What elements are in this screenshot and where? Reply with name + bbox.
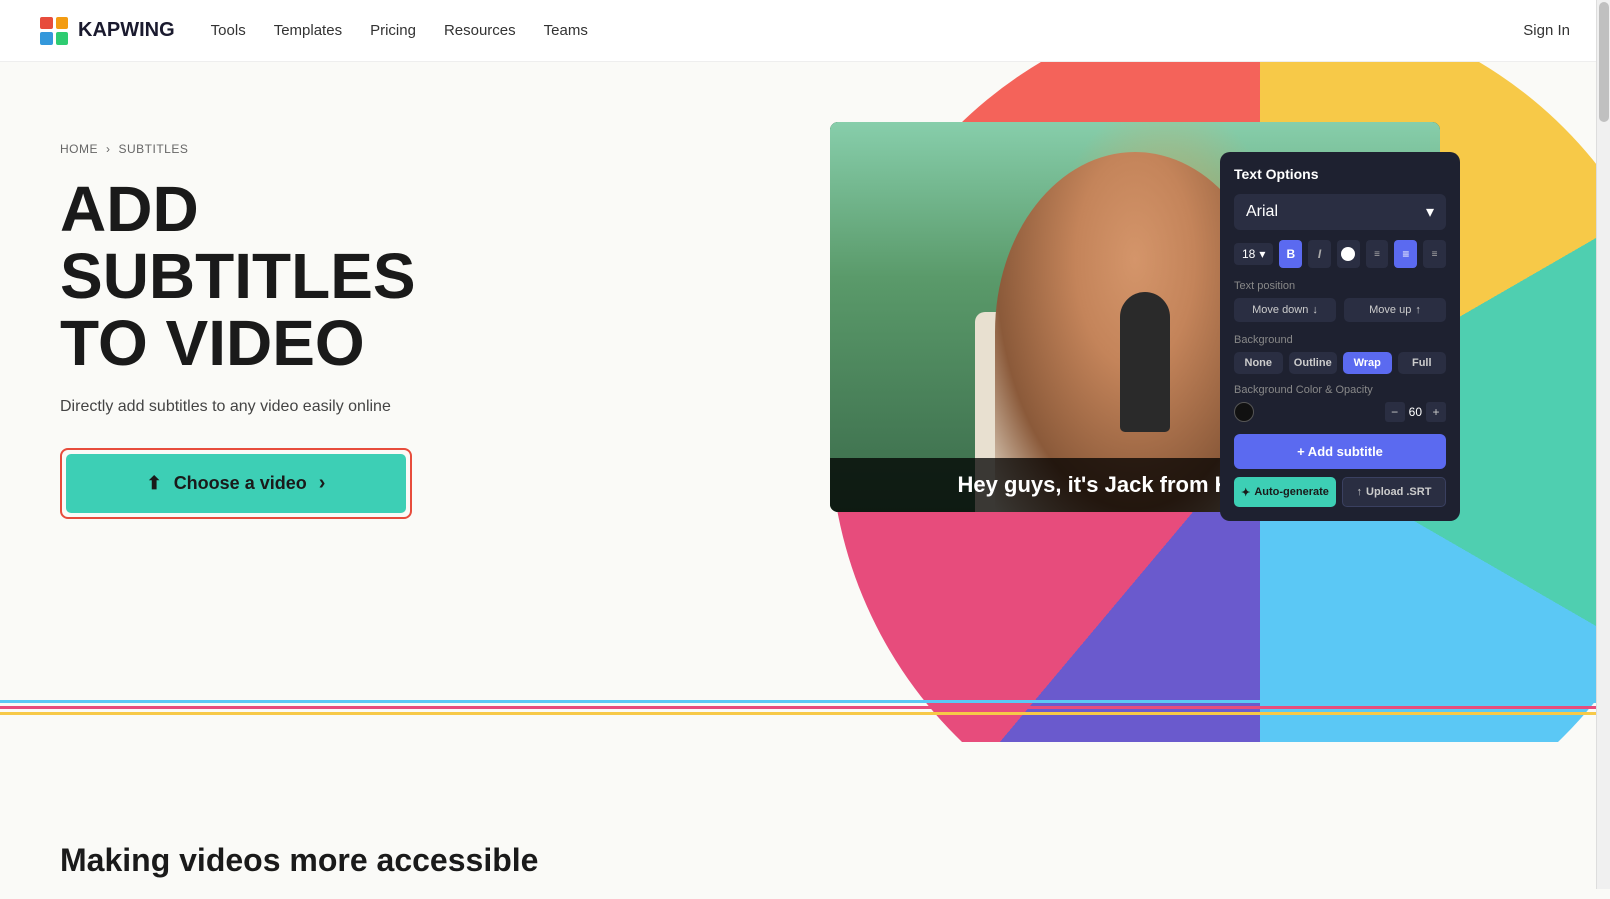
position-row: Move down ↓ Move up ↑	[1234, 298, 1446, 322]
logo-icon	[40, 17, 68, 45]
color-row: − 60 +	[1234, 402, 1446, 422]
bg-none-button[interactable]: None	[1234, 352, 1283, 374]
opacity-decrease-button[interactable]: −	[1385, 402, 1405, 422]
breadcrumb-current: SUBTITLES	[119, 142, 189, 156]
cta-label: Choose a video	[174, 473, 307, 494]
text-color-dot	[1341, 247, 1355, 261]
text-options-panel: Text Options Arial ▾ 18 ▾ B I ≡ ≡ ≡ Text	[1220, 152, 1460, 521]
opacity-control: − 60 +	[1385, 402, 1446, 422]
opacity-value: 60	[1409, 405, 1422, 419]
auto-icon: ✦	[1241, 486, 1250, 499]
move-up-label: Move up	[1369, 304, 1411, 316]
auto-generate-label: Auto-generate	[1254, 486, 1329, 498]
italic-button[interactable]: I	[1308, 240, 1331, 268]
background-label: Background	[1234, 334, 1446, 346]
upload-srt-icon: ↑	[1357, 486, 1363, 498]
font-selector[interactable]: Arial ▾	[1234, 194, 1446, 230]
font-size-chevron: ▾	[1259, 247, 1265, 261]
action-row: ✦ Auto-generate ↑ Upload .SRT	[1234, 477, 1446, 507]
scrollbar-thumb[interactable]	[1599, 2, 1609, 122]
bg-wrap-button[interactable]: Wrap	[1343, 352, 1392, 374]
hero-section: HOME › SUBTITLES ADD SUBTITLES TO VIDEO …	[0, 62, 1610, 742]
background-row: None Outline Wrap Full	[1234, 352, 1446, 374]
upload-icon: ⬆	[147, 473, 162, 494]
auto-generate-button[interactable]: ✦ Auto-generate	[1234, 477, 1336, 507]
add-subtitle-button[interactable]: + Add subtitle	[1234, 434, 1446, 469]
format-row: 18 ▾ B I ≡ ≡ ≡	[1234, 240, 1446, 268]
move-up-button[interactable]: Move up ↑	[1344, 298, 1446, 322]
nav-resources[interactable]: Resources	[444, 22, 516, 39]
panel-title: Text Options	[1234, 166, 1446, 182]
decorative-lines	[0, 700, 1610, 712]
line-blue	[0, 700, 1610, 703]
nav-links: Tools Templates Pricing Resources Teams	[211, 22, 588, 39]
bg-full-button[interactable]: Full	[1398, 352, 1447, 374]
upload-srt-label: Upload .SRT	[1366, 486, 1431, 498]
cta-arrow-icon: ›	[319, 472, 326, 495]
breadcrumb-home[interactable]: HOME	[60, 142, 98, 156]
logo[interactable]: KAPWING	[40, 17, 175, 45]
line-yellow	[0, 712, 1610, 715]
navbar: KAPWING Tools Templates Pricing Resource…	[0, 0, 1610, 62]
font-size-control[interactable]: 18 ▾	[1234, 243, 1273, 265]
bg-outline-button[interactable]: Outline	[1289, 352, 1338, 374]
logo-text: KAPWING	[78, 19, 175, 42]
upload-srt-button[interactable]: ↑ Upload .SRT	[1342, 477, 1446, 507]
opacity-increase-button[interactable]: +	[1426, 402, 1446, 422]
bg-color-label: Background Color & Opacity	[1234, 384, 1446, 396]
text-color-button[interactable]	[1337, 240, 1360, 268]
move-down-label: Move down	[1252, 304, 1308, 316]
align-center-button[interactable]: ≡	[1394, 240, 1417, 268]
color-picker-dot[interactable]	[1234, 402, 1254, 422]
bold-button[interactable]: B	[1279, 240, 1302, 268]
video-section: Text Options Arial ▾ 18 ▾ B I ≡ ≡ ≡ Text	[830, 122, 1450, 512]
bottom-heading: Making videos more accessible	[60, 842, 1550, 879]
microphone-figure	[1120, 292, 1170, 432]
font-name: Arial	[1246, 203, 1278, 221]
breadcrumb-separator: ›	[106, 142, 111, 156]
down-arrow-icon: ↓	[1312, 304, 1318, 316]
nav-templates[interactable]: Templates	[274, 22, 342, 39]
nav-pricing[interactable]: Pricing	[370, 22, 416, 39]
choose-video-button[interactable]: ⬆ Choose a video ›	[66, 454, 406, 513]
align-right-button[interactable]: ≡	[1423, 240, 1446, 268]
scrollbar[interactable]	[1596, 0, 1610, 889]
line-pink	[0, 706, 1610, 709]
nav-tools[interactable]: Tools	[211, 22, 246, 39]
cta-wrapper: ⬆ Choose a video ›	[60, 448, 412, 519]
text-position-label: Text position	[1234, 280, 1446, 292]
bottom-section: Making videos more accessible	[0, 782, 1610, 899]
nav-teams[interactable]: Teams	[544, 22, 588, 39]
sign-in-button[interactable]: Sign In	[1523, 22, 1570, 39]
align-left-button[interactable]: ≡	[1366, 240, 1389, 268]
move-down-button[interactable]: Move down ↓	[1234, 298, 1336, 322]
hero-title: ADD SUBTITLES TO VIDEO	[60, 176, 560, 378]
chevron-down-icon: ▾	[1426, 202, 1434, 222]
up-arrow-icon: ↑	[1415, 304, 1421, 316]
